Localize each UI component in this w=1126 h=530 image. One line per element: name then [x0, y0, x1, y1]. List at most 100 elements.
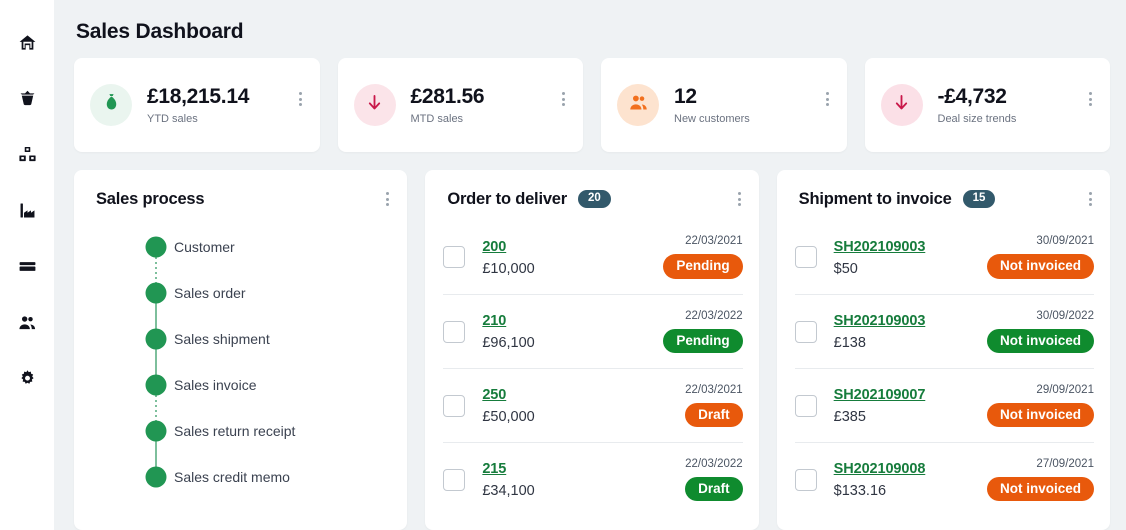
row-right: 22/03/2022 Pending — [663, 309, 743, 354]
row-main: SH202109003 $50 — [834, 238, 979, 277]
kpi-icon-circle — [880, 84, 923, 126]
sidebar-item-finance[interactable] — [0, 238, 54, 294]
status-badge: Not invoiced — [986, 328, 1094, 354]
kpi-menu-button[interactable] — [822, 88, 833, 110]
row-date: 29/09/2021 — [1036, 383, 1094, 396]
sidebar-item-home[interactable] — [0, 14, 54, 70]
row-amount: £138 — [833, 335, 866, 351]
main-content: Sales Dashboard £18,215.14 YTD sales £28… — [54, 0, 1126, 530]
process-node — [145, 420, 167, 442]
sidebar-item-items[interactable] — [0, 126, 54, 182]
table-row[interactable]: 210 £96,100 22/03/2022 Pending — [443, 294, 743, 368]
row-main: 250 £50,000 — [482, 386, 677, 425]
kpi-icon-circle — [353, 84, 396, 126]
panel-menu-button[interactable] — [734, 188, 745, 210]
document-link[interactable]: SH202109003 — [834, 313, 926, 329]
kpi-card-new-customers[interactable]: 12 New customers — [601, 58, 847, 152]
order-list: 200 £10,000 22/03/2021 Pending 210 £96,1… — [425, 220, 758, 516]
panel-menu-button[interactable] — [1085, 188, 1096, 210]
kpi-value: £18,215.14 — [147, 85, 250, 108]
document-link[interactable]: SH202109007 — [834, 387, 926, 403]
row-checkbox[interactable] — [794, 246, 817, 268]
process-step[interactable]: Sales shipment — [74, 316, 407, 385]
kpi-label: Deal size trends — [937, 113, 1017, 125]
document-link[interactable]: 200 — [482, 239, 506, 255]
table-row[interactable]: 200 £10,000 22/03/2021 Pending — [443, 220, 743, 294]
table-row[interactable]: SH202109007 £385 29/09/2021 Not invoiced — [794, 368, 1094, 442]
status-badge: Pending — [663, 328, 743, 354]
row-checkbox[interactable] — [443, 320, 466, 343]
status-badge: Draft — [685, 476, 743, 502]
table-row[interactable]: SH202109003 $50 30/09/2021 Not invoiced — [794, 220, 1094, 294]
document-link[interactable]: SH202109008 — [834, 461, 926, 477]
sidebar-item-sales[interactable] — [0, 70, 54, 126]
document-link[interactable]: 215 — [482, 461, 506, 477]
status-badge: Pending — [663, 254, 743, 279]
status-badge: Not invoiced — [986, 402, 1094, 428]
process-step[interactable]: Customer — [74, 224, 407, 293]
people-icon — [18, 313, 37, 332]
process-node — [145, 328, 167, 350]
kpi-menu-button[interactable] — [558, 88, 569, 110]
table-row[interactable]: 250 £50,000 22/03/2021 Draft — [443, 368, 743, 442]
row-date: 27/09/2021 — [1036, 457, 1094, 470]
sidebar-item-settings[interactable] — [0, 350, 54, 406]
process-step-label: Sales credit memo — [174, 469, 290, 485]
panel-title: Shipment to invoice — [798, 189, 952, 208]
kpi-menu-button[interactable] — [1085, 88, 1096, 110]
sidebar-item-manufacturing[interactable] — [0, 182, 54, 238]
status-badge: Not invoiced — [986, 254, 1094, 279]
row-amount: £34,100 — [482, 483, 535, 499]
sidebar — [0, 0, 54, 530]
kpi-text: 12 New customers — [674, 85, 822, 125]
document-link[interactable]: 210 — [482, 313, 506, 329]
kpi-card-deal-size-trends[interactable]: -£4,732 Deal size trends — [864, 58, 1110, 152]
row-date: 22/03/2022 — [685, 309, 743, 322]
row-amount: £96,100 — [482, 335, 535, 351]
panel-shipment-to-invoice: Shipment to invoice 15 SH202109003 $50 3… — [776, 170, 1110, 530]
process-step[interactable]: Sales return receipt — [74, 408, 407, 477]
row-right: 27/09/2021 Not invoiced — [986, 457, 1094, 502]
kpi-menu-button[interactable] — [295, 88, 306, 110]
row-checkbox[interactable] — [794, 320, 817, 343]
panel-header: Sales process — [74, 170, 407, 220]
table-row[interactable]: SH202109008 $133.16 27/09/2021 Not invoi… — [794, 442, 1094, 516]
row-checkbox[interactable] — [794, 468, 817, 491]
card-icon — [18, 257, 37, 276]
row-amount: £385 — [833, 409, 866, 425]
row-main: SH202109008 $133.16 — [834, 460, 979, 499]
panel-order-to-deliver: Order to deliver 20 200 £10,000 22/03/20… — [425, 170, 759, 530]
row-checkbox[interactable] — [794, 394, 817, 417]
process-step-label: Customer — [174, 239, 235, 255]
row-checkbox[interactable] — [443, 468, 466, 491]
kpi-label: MTD sales — [410, 113, 464, 125]
arrow-down-icon — [891, 92, 912, 118]
row-right: 30/09/2022 Not invoiced — [986, 310, 1094, 354]
factory-icon — [18, 201, 37, 220]
app-root: Sales Dashboard £18,215.14 YTD sales £28… — [0, 0, 1126, 530]
document-link[interactable]: 250 — [482, 387, 506, 403]
process-step[interactable]: Sales credit memo — [74, 454, 407, 500]
row-amount: £10,000 — [482, 260, 535, 277]
boxes-icon — [18, 145, 37, 164]
panel-sales-process: Sales process Customer Sales order Sales… — [74, 170, 408, 530]
panel-menu-button[interactable] — [382, 188, 393, 210]
table-row[interactable]: SH202109003 £138 30/09/2022 Not invoiced — [794, 294, 1094, 368]
process-step[interactable]: Sales invoice — [74, 362, 407, 431]
row-main: SH202109007 £385 — [834, 386, 979, 425]
panel-count-badge: 20 — [578, 189, 611, 209]
sidebar-item-customers[interactable] — [0, 294, 54, 350]
page-title: Sales Dashboard — [76, 20, 244, 43]
document-link[interactable]: SH202109003 — [834, 239, 926, 255]
kpi-card-mtd-sales[interactable]: £281.56 MTD sales — [337, 58, 583, 152]
kpi-card-ytd-sales[interactable]: £18,215.14 YTD sales — [74, 58, 320, 152]
row-main: 215 £34,100 — [482, 460, 677, 499]
home-icon — [18, 33, 37, 52]
panel-header: Order to deliver 20 — [425, 170, 758, 220]
table-row[interactable]: 215 £34,100 22/03/2022 Draft — [443, 442, 743, 516]
row-right: 22/03/2021 Draft — [685, 384, 743, 428]
row-checkbox[interactable] — [443, 394, 466, 417]
process-step[interactable]: Sales order — [74, 270, 407, 339]
row-checkbox[interactable] — [443, 246, 466, 268]
process-node — [145, 466, 167, 488]
